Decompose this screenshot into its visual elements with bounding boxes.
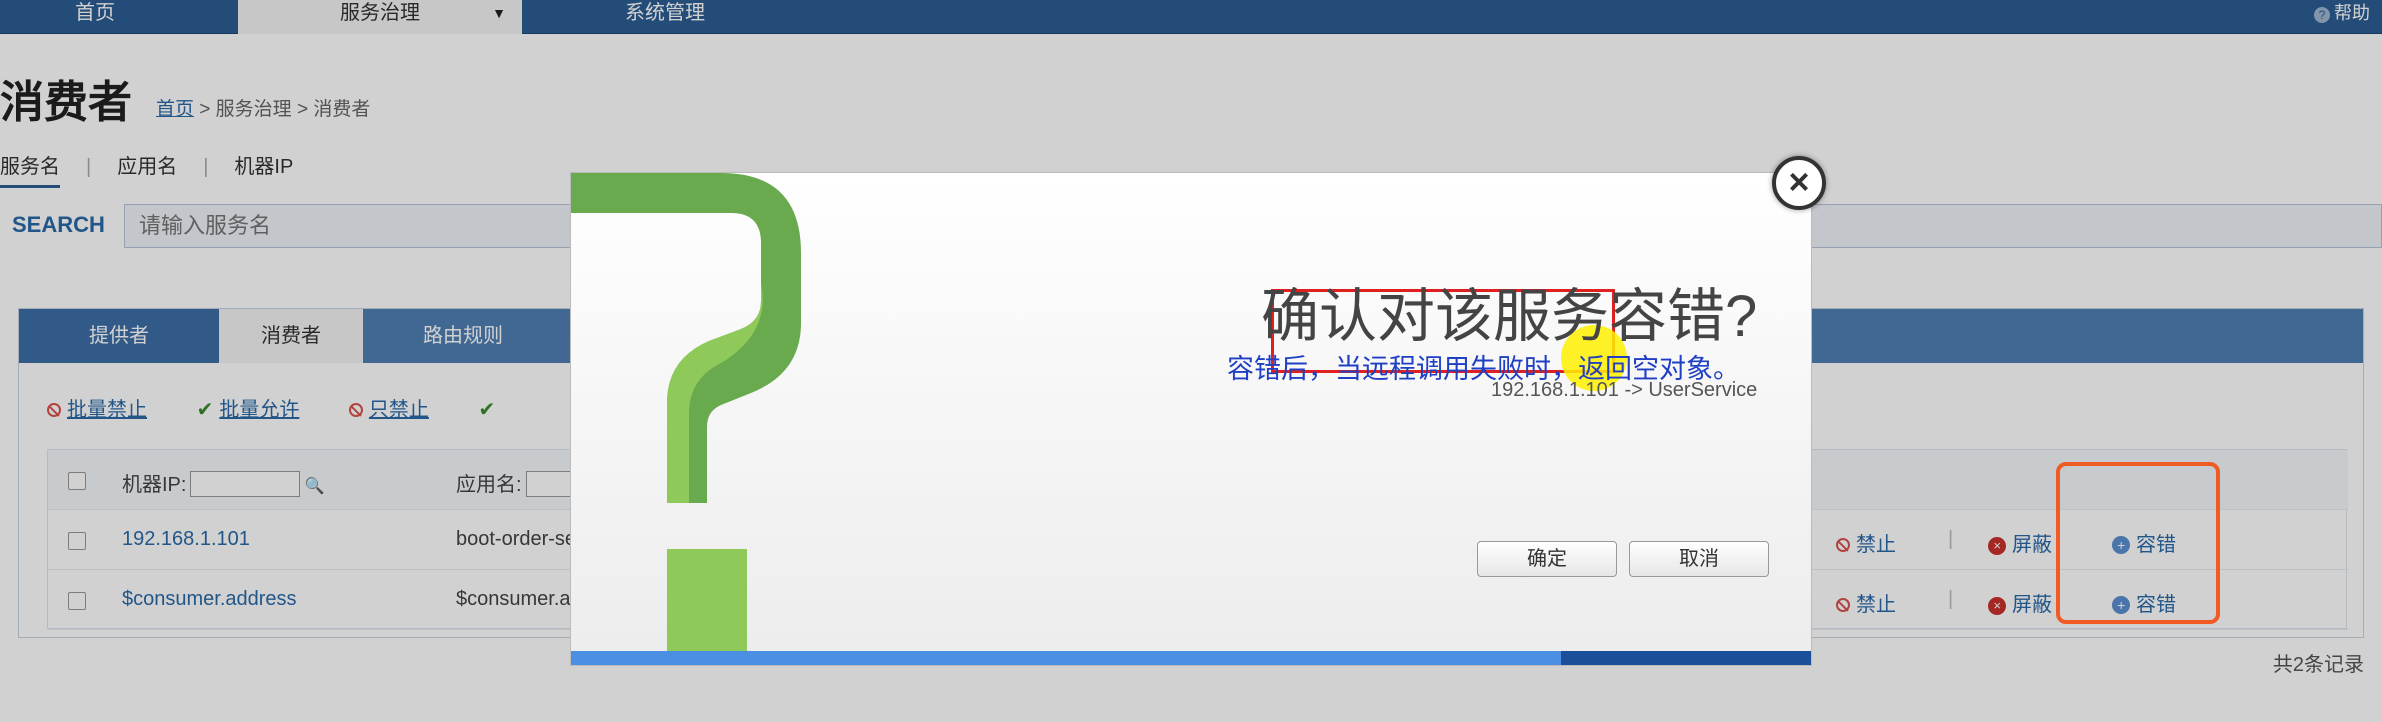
dialog-detail: 192.168.1.101 -> UserService bbox=[1491, 379, 1758, 401]
dialog-progress-bar bbox=[571, 651, 1811, 665]
cancel-button[interactable]: 取消 bbox=[1629, 541, 1769, 577]
confirm-button[interactable]: 确定 bbox=[1477, 541, 1617, 577]
highlight-annotation bbox=[2056, 462, 2220, 624]
question-mark-icon bbox=[571, 173, 801, 665]
dialog-title: 确认对该服务容错? bbox=[1261, 284, 1758, 349]
progress-fill bbox=[571, 651, 1561, 665]
close-button[interactable]: × bbox=[1772, 156, 1826, 210]
confirm-dialog: 确认对该服务容错? 容错后，当远程调用失败时，返回空对象。 192.168.1.… bbox=[570, 172, 1812, 666]
